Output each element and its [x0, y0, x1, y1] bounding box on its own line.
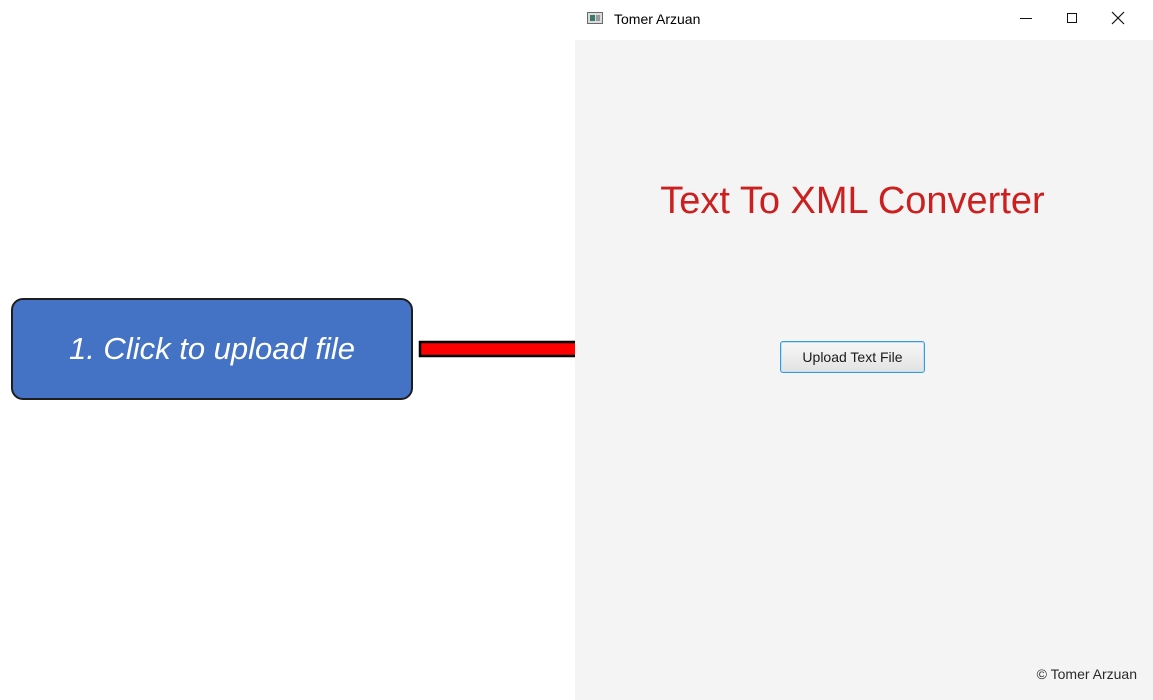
title-bar[interactable]: Tomer Arzuan	[575, 0, 1153, 40]
app-heading: Text To XML Converter	[660, 180, 1045, 222]
upload-text-file-button[interactable]: Upload Text File	[780, 341, 925, 373]
maximize-button[interactable]	[1049, 0, 1095, 36]
window-title: Tomer Arzuan	[614, 11, 701, 27]
close-icon	[1111, 11, 1125, 25]
minimize-button[interactable]	[1003, 0, 1049, 36]
instruction-callout: 1. Click to upload file	[11, 298, 413, 400]
screenshot-canvas: 1. Click to upload file Tomer Arzuan Tex…	[0, 0, 1153, 700]
minimize-icon	[1020, 17, 1032, 19]
app-window: Tomer Arzuan Text To XML Converter Uploa…	[575, 0, 1153, 700]
app-icon	[587, 12, 603, 24]
copyright-text: © Tomer Arzuan	[1036, 666, 1137, 682]
maximize-icon	[1067, 13, 1077, 23]
close-button[interactable]	[1095, 0, 1141, 36]
callout-text: 1. Click to upload file	[68, 331, 356, 366]
